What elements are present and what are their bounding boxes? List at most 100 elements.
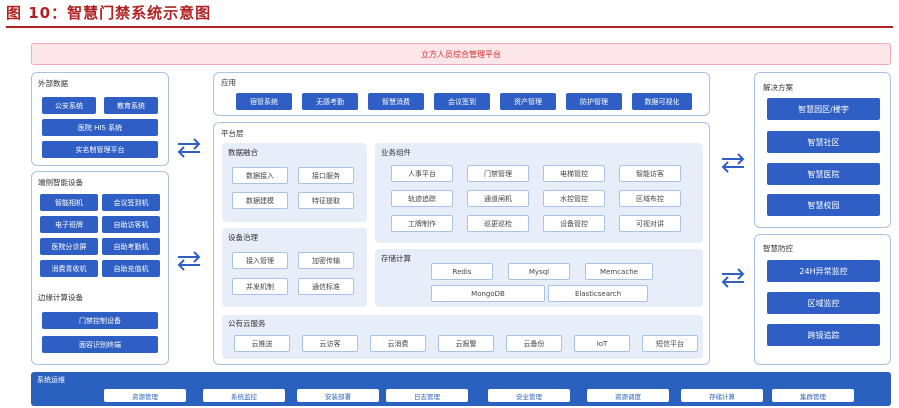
external-data-item: 实名制管理平台 (42, 141, 158, 158)
public-cloud-item: 云推送 (234, 335, 290, 352)
app-item: 会议签到 (434, 93, 490, 110)
external-data-item: 教育系统 (104, 97, 158, 114)
public-cloud-item: 短信平台 (642, 335, 698, 352)
platform-layer-title: 平台层 (221, 129, 244, 138)
public-cloud-item: IoT (574, 335, 630, 352)
business-section: 业务组件 人事平台 门禁管理 电梯管控 智能访客 轨迹追踪 通道闸机 水控管控 … (375, 143, 703, 243)
data-fusion-item: 接口服务 (298, 167, 354, 184)
device-governance-section: 设备治理 接入管理 加密传输 并发机制 通信标准 (222, 228, 367, 307)
public-cloud-item: 云消费 (370, 335, 426, 352)
security-title: 智慧防控 (763, 244, 793, 253)
business-item: 工牌制作 (391, 215, 453, 232)
app-item: 资产管理 (500, 93, 556, 110)
solutions-title: 解决方案 (763, 83, 793, 92)
apps-title: 应用 (221, 78, 236, 87)
device-panel: 端侧智能设备 智能相机 会议签到机 电子班牌 自助访客机 医院分诊屏 自助考勤机… (31, 171, 169, 365)
solution-item: 智慧社区 (767, 131, 880, 153)
app-item: 数据可视化 (632, 93, 692, 110)
app-item: 防护管理 (566, 93, 622, 110)
smart-devices-title: 端侧智能设备 (38, 178, 83, 187)
storage-item: MongoDB (431, 285, 545, 302)
ops-item: 安装部署 (297, 389, 379, 402)
external-data-item: 医院 HIS 系统 (42, 119, 158, 136)
figure-title: 图 10：智慧门禁系统示意图 (6, 4, 212, 22)
smart-device-item: 医院分诊屏 (40, 238, 98, 255)
business-item: 门禁管理 (467, 165, 529, 182)
business-item: 可视对讲 (619, 215, 681, 232)
security-item: 跨镜追踪 (767, 324, 880, 346)
business-item: 设备管控 (543, 215, 605, 232)
exchange-arrow-icon (177, 251, 201, 271)
device-governance-title: 设备治理 (228, 233, 258, 242)
external-data-panel: 外部数据 公安系统 教育系统 医院 HIS 系统 实名制管理平台 (31, 72, 169, 166)
solution-item: 智慧园区/楼宇 (767, 98, 880, 120)
storage-item: Mysql (508, 263, 570, 280)
data-fusion-title: 数据融合 (228, 148, 258, 157)
public-cloud-item: 云备份 (506, 335, 562, 352)
public-cloud-item: 云报警 (438, 335, 494, 352)
ops-item: 日志管理 (386, 389, 468, 402)
storage-title: 存储计算 (381, 254, 411, 263)
app-item: 宿管系统 (236, 93, 292, 110)
smart-device-item: 会议签到机 (102, 194, 160, 211)
solutions-panel: 解决方案 智慧园区/楼宇 智慧社区 智慧医院 智慧校园 (754, 72, 891, 228)
business-item: 电梯管控 (543, 165, 605, 182)
data-fusion-item: 数据接入 (232, 167, 288, 184)
data-fusion-item: 特征提取 (298, 192, 354, 209)
business-item: 巡更巡检 (467, 215, 529, 232)
business-item: 水控管控 (543, 190, 605, 207)
data-fusion-item: 数据建模 (232, 192, 288, 209)
public-cloud-item: 云访客 (302, 335, 358, 352)
business-item: 智能访客 (619, 165, 681, 182)
device-governance-item: 并发机制 (232, 278, 288, 295)
business-item: 轨迹追踪 (391, 190, 453, 207)
smart-device-item: 自助考勤机 (102, 238, 160, 255)
smart-device-item: 电子班牌 (40, 216, 98, 233)
title-rule (6, 26, 893, 28)
storage-item: Redis (431, 263, 493, 280)
ops-item: 资源管理 (104, 389, 186, 402)
data-fusion-section: 数据融合 数据接入 接口服务 数据建模 特征提取 (222, 143, 367, 222)
exchange-arrow-icon (177, 138, 201, 158)
storage-section: 存储计算 Redis Mysql Memcache MongoDB Elasti… (375, 249, 703, 307)
storage-item: Memcache (585, 263, 653, 280)
business-item: 人事平台 (391, 165, 453, 182)
ops-item: 资源调度 (587, 389, 669, 402)
smart-device-item: 自助充值机 (102, 260, 160, 277)
exchange-arrow-icon (721, 153, 745, 173)
public-cloud-section: 公有云服务 云推送 云访客 云消费 云报警 云备份 IoT 短信平台 (222, 315, 703, 359)
device-governance-item: 接入管理 (232, 252, 288, 269)
ops-item: 集群管理 (772, 389, 854, 402)
smart-device-item: 智能相机 (40, 194, 98, 211)
ops-title: 系统运维 (37, 376, 65, 384)
storage-item: Elasticsearch (548, 285, 648, 302)
exchange-arrow-icon (721, 268, 745, 288)
security-item: 区域监控 (767, 292, 880, 314)
solution-item: 智慧校园 (767, 194, 880, 216)
ops-item: 系统监控 (203, 389, 285, 402)
platform-layer-panel: 平台层 数据融合 数据接入 接口服务 数据建模 特征提取 设备治理 接入管理 加… (213, 122, 710, 365)
security-panel: 智慧防控 24H异常监控 区域监控 跨镜追踪 (754, 234, 891, 365)
solution-item: 智慧医院 (767, 163, 880, 185)
app-item: 智慧消费 (368, 93, 424, 110)
edge-device-item: 面容识别终端 (42, 336, 158, 353)
device-governance-item: 通信标准 (298, 278, 354, 295)
edge-device-item: 门禁控制设备 (42, 312, 158, 329)
ops-bar: 系统运维 资源管理 系统监控 安装部署 日志管理 安全管理 资源调度 存储计算 … (31, 372, 891, 406)
ops-item: 存储计算 (681, 389, 763, 402)
edge-devices-title: 边缘计算设备 (38, 293, 83, 302)
business-item: 区域布控 (619, 190, 681, 207)
business-item: 通道闸机 (467, 190, 529, 207)
ops-item: 安全管理 (488, 389, 570, 402)
smart-device-item: 自助访客机 (102, 216, 160, 233)
business-title: 业务组件 (381, 148, 411, 157)
smart-device-item: 消费青收机 (40, 260, 98, 277)
app-item: 无感考勤 (302, 93, 358, 110)
security-item: 24H异常监控 (767, 260, 880, 282)
device-governance-item: 加密传输 (298, 252, 354, 269)
public-cloud-title: 公有云服务 (228, 319, 266, 328)
external-data-item: 公安系统 (42, 97, 96, 114)
platform-banner: 立方人员综合管理平台 (31, 43, 891, 65)
apps-panel: 应用 宿管系统 无感考勤 智慧消费 会议签到 资产管理 防护管理 数据可视化 (213, 72, 710, 116)
external-data-title: 外部数据 (38, 79, 68, 88)
